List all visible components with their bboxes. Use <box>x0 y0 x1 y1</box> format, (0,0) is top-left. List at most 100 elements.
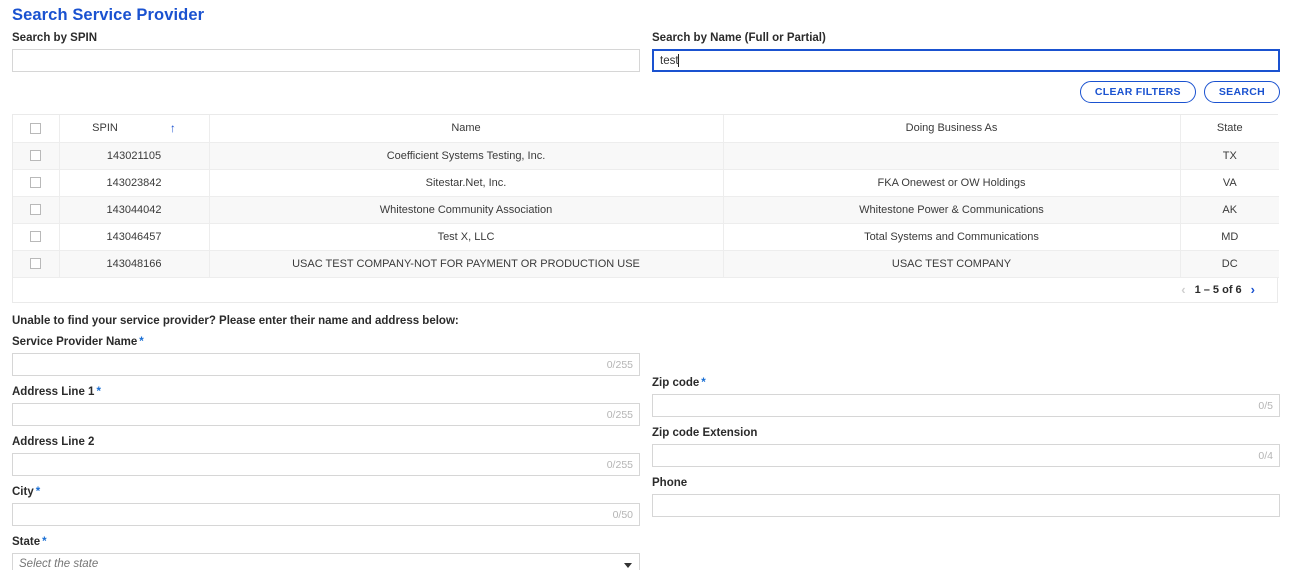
manual-entry-right-column: Zip code * 0/5 Zip code Extension 0/4 Pho… <box>652 335 1280 570</box>
cell-spin: 143046457 <box>59 223 210 251</box>
cell-name: Coefficient Systems Testing, Inc. <box>209 142 724 170</box>
city-label: City * <box>12 485 640 499</box>
required-asterisk: * <box>96 385 101 398</box>
manual-entry-note: Unable to find your service provider? Pl… <box>12 314 459 327</box>
row-checkbox[interactable] <box>30 150 42 162</box>
label-text: Service Provider Name <box>12 335 138 348</box>
row-select-cell <box>13 169 60 197</box>
page-title: Search Service Provider <box>12 6 205 24</box>
search-by-spin-label: Search by SPIN <box>12 32 98 44</box>
cell-dba: USAC TEST COMPANY <box>723 250 1181 278</box>
row-checkbox[interactable] <box>30 231 42 243</box>
phone-field: Phone <box>652 476 1280 517</box>
zip-code-extension-input[interactable] <box>652 443 1280 467</box>
select-all-checkbox[interactable] <box>30 122 42 134</box>
next-page-icon[interactable]: › <box>1251 283 1255 296</box>
row-checkbox[interactable] <box>30 204 42 216</box>
zip-code-extension-label: Zip code Extension <box>652 426 758 439</box>
address-line-2-field: Address Line 2 0/255 <box>12 435 640 476</box>
cell-spin: 143021105 <box>59 142 210 170</box>
cell-name: Test X, LLC <box>209 223 724 251</box>
label-text: Zip code <box>652 376 700 389</box>
cell-state: VA <box>1180 169 1279 197</box>
cell-state: MD <box>1180 223 1279 251</box>
city-field: City * 0/50 <box>12 485 640 526</box>
state-field: State * <box>12 535 640 570</box>
cell-dba <box>723 142 1181 170</box>
row-select-cell <box>13 142 60 170</box>
cell-dba: Total Systems and Communications <box>723 223 1181 251</box>
row-select-cell <box>13 196 60 224</box>
right-column-top-spacer <box>652 335 1280 344</box>
cell-state: TX <box>1180 142 1279 170</box>
cell-state: DC <box>1180 250 1279 278</box>
cell-name: Whitestone Community Association <box>209 196 724 224</box>
pagination: ‹ 1 – 5 of 6 › <box>12 277 1278 303</box>
clear-filters-button[interactable]: CLEAR FILTERS <box>1079 81 1196 103</box>
column-header-state[interactable]: State <box>1180 115 1279 143</box>
column-header-name[interactable]: Name <box>209 115 724 143</box>
address-line-1-input[interactable] <box>12 402 640 426</box>
label-text: State <box>12 535 41 548</box>
search-spin-input[interactable] <box>12 49 640 72</box>
cell-spin: 143044042 <box>59 196 210 224</box>
table-row[interactable]: 143023842 Sitestar.Net, Inc. FKA Onewest… <box>13 169 1279 197</box>
required-asterisk: * <box>42 535 47 548</box>
city-input[interactable] <box>12 502 640 526</box>
search-button[interactable]: SEARCH <box>1203 81 1280 103</box>
search-by-name-group: Search by Name (Full or Partial) <box>652 31 1280 72</box>
zip-code-extension-field: Zip code Extension 0/4 <box>652 426 1280 467</box>
table-row[interactable]: 143046457 Test X, LLC Total Systems and … <box>13 223 1279 251</box>
cell-spin: 143048166 <box>59 250 210 278</box>
cell-name: USAC TEST COMPANY-NOT FOR PAYMENT OR PRO… <box>209 250 724 278</box>
select-all-header <box>13 115 60 143</box>
previous-page-icon[interactable]: ‹ <box>1181 283 1185 296</box>
row-select-cell <box>13 223 60 251</box>
sort-ascending-icon[interactable]: ↑ <box>170 121 176 135</box>
manual-entry-form: Service Provider Name * 0/255 Address Lin… <box>12 335 1282 570</box>
zip-code-input[interactable] <box>652 393 1280 417</box>
search-actions: CLEAR FILTERS SEARCH <box>12 81 1282 103</box>
results-table: SPIN ↑ Name Doing Business As State 14302… <box>13 115 1279 278</box>
service-provider-name-label: Service Provider Name * <box>12 335 640 349</box>
state-select[interactable] <box>12 552 640 570</box>
cell-dba: FKA Onewest or OW Holdings <box>723 169 1181 197</box>
column-header-doing-business-as[interactable]: Doing Business As <box>723 115 1181 143</box>
pagination-range-label: 1 – 5 of 6 <box>1194 283 1242 296</box>
cell-spin: 143023842 <box>59 169 210 197</box>
required-asterisk: * <box>139 335 144 348</box>
required-asterisk: * <box>35 485 41 498</box>
row-checkbox[interactable] <box>30 258 42 270</box>
phone-label: Phone <box>652 476 688 489</box>
column-header-spin-label: SPIN <box>92 122 118 135</box>
address-line-2-label: Address Line 2 <box>12 435 95 448</box>
address-line-2-input[interactable] <box>12 452 640 476</box>
table-row[interactable]: 143044042 Whitestone Community Associati… <box>13 196 1279 224</box>
right-column-spacer-row <box>652 344 1280 367</box>
label-text: City <box>12 485 34 498</box>
column-header-spin[interactable]: SPIN ↑ <box>59 115 210 143</box>
address-line-1-field: Address Line 1 * 0/255 <box>12 385 640 426</box>
search-service-provider-page: Search Service Provider Search by SPIN S… <box>0 0 1294 570</box>
search-filters: Search by SPIN Search by Name (Full or P… <box>12 31 1282 72</box>
row-select-cell <box>13 250 60 278</box>
search-by-name-label: Search by Name (Full or Partial) <box>652 32 826 44</box>
table-header-row: SPIN ↑ Name Doing Business As State <box>13 115 1279 143</box>
required-asterisk: * <box>701 376 706 389</box>
service-provider-name-input[interactable] <box>12 352 640 376</box>
cell-state: AK <box>1180 196 1279 224</box>
phone-input[interactable] <box>652 493 1280 517</box>
results-table-container: SPIN ↑ Name Doing Business As State 14302… <box>12 114 1279 278</box>
table-row[interactable]: 143048166 USAC TEST COMPANY-NOT FOR PAYM… <box>13 250 1279 278</box>
cell-name: Sitestar.Net, Inc. <box>209 169 724 197</box>
text-cursor <box>678 54 679 67</box>
label-text: Address Line 1 <box>12 385 95 398</box>
service-provider-name-field: Service Provider Name * 0/255 <box>12 335 640 376</box>
right-column-spacer-gap <box>652 367 1280 376</box>
manual-entry-left-column: Service Provider Name * 0/255 Address Lin… <box>12 335 640 570</box>
cell-dba: Whitestone Power & Communications <box>723 196 1181 224</box>
row-checkbox[interactable] <box>30 177 42 189</box>
table-row[interactable]: 143021105 Coefficient Systems Testing, I… <box>13 142 1279 170</box>
search-name-input[interactable] <box>652 49 1280 72</box>
address-line-1-label: Address Line 1 * <box>12 385 640 399</box>
